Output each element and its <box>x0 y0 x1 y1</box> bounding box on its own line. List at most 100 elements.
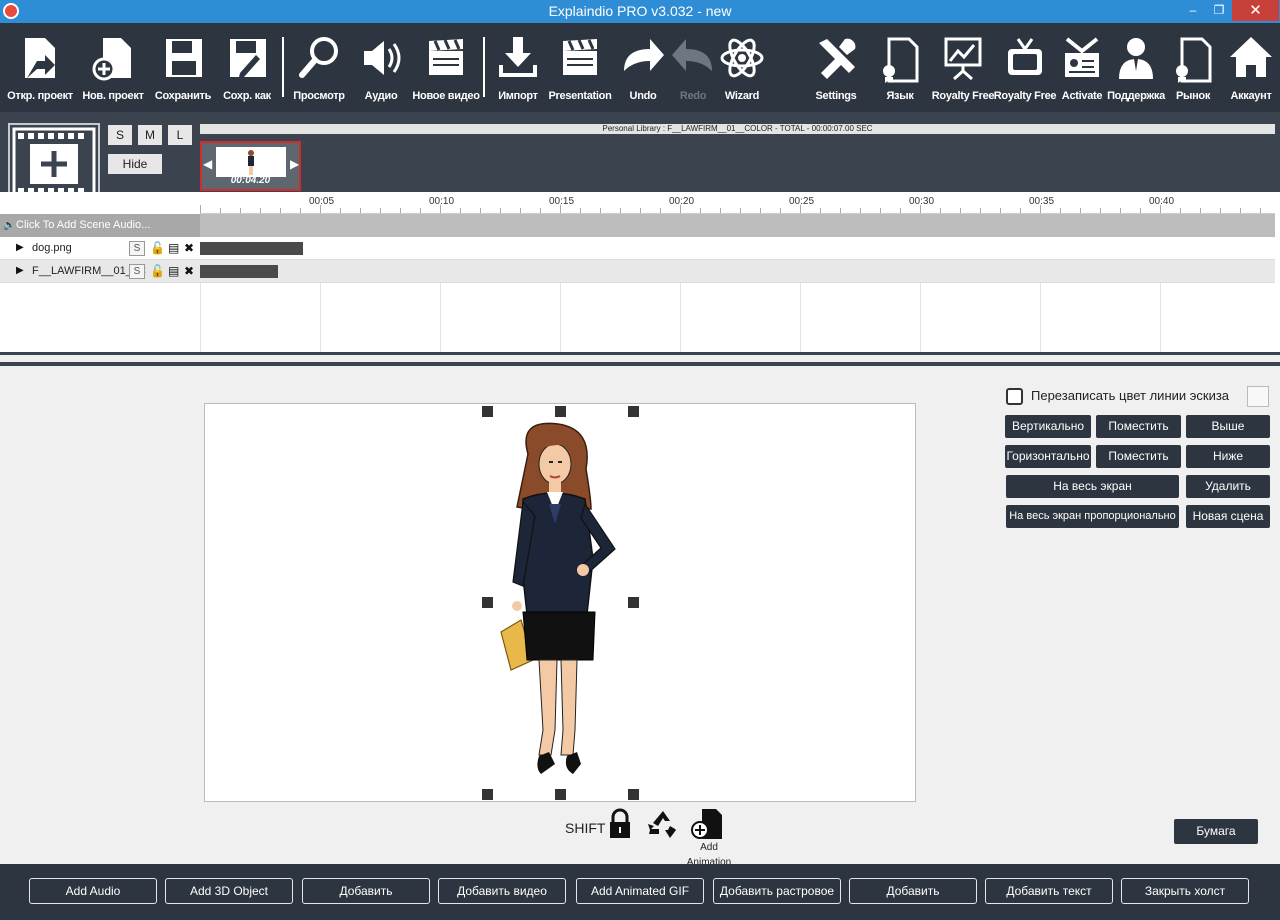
ruler-tick <box>780 208 781 213</box>
resize-handle-left[interactable] <box>482 597 493 608</box>
ruler-tick <box>1060 208 1061 213</box>
time-ruler[interactable]: 00:05 00:10 00:15 00:20 00:25 00:30 00:3… <box>200 192 1275 214</box>
ruler-tick <box>1200 208 1201 213</box>
ruler-tick <box>220 208 221 213</box>
ruler-tick <box>1020 208 1021 213</box>
add-3d-object-button[interactable]: Add 3D Object <box>165 878 293 904</box>
lock-icon[interactable] <box>608 808 632 843</box>
wizard-button[interactable]: Wizard <box>706 33 778 113</box>
settings-icon <box>819 38 856 79</box>
layer-properties-icon[interactable]: ▤ <box>168 264 179 278</box>
size-l-button[interactable]: L <box>168 125 192 145</box>
footer-bar: Add Audio Add 3D Object Добавить Добавит… <box>0 864 1280 920</box>
market-icon <box>1176 37 1212 83</box>
overwrite-color-checkbox[interactable] <box>1006 388 1023 405</box>
delete-layer-icon[interactable]: ✖ <box>184 264 194 278</box>
ruler-tick <box>740 208 741 213</box>
resize-handle-bottom-right[interactable] <box>628 789 639 800</box>
ruler-label: 00:05 <box>309 196 335 207</box>
new-scene-button[interactable]: Новая сцена <box>1186 505 1270 528</box>
unlock-icon[interactable]: 🔓 <box>150 241 165 255</box>
layer-expand-icon[interactable]: ▶ <box>16 242 24 253</box>
ruler-tick <box>320 205 321 213</box>
ruler-tick <box>340 208 341 213</box>
new-video-button[interactable]: Новое видео <box>410 33 482 113</box>
layer-solo-toggle[interactable]: S <box>129 264 145 279</box>
scene-right-arrow-icon[interactable]: ▶ <box>290 157 299 171</box>
paper-button[interactable]: Бумага <box>1174 819 1258 844</box>
close-button[interactable]: ✕ <box>1232 0 1279 21</box>
scene-audio-row[interactable]: 🔈 Click To Add Scene Audio... <box>0 214 1275 237</box>
fullscreen-button[interactable]: На весь экран <box>1006 475 1179 498</box>
import-icon <box>499 37 537 77</box>
size-s-button[interactable]: S <box>108 125 132 145</box>
speaker-icon: 🔈 <box>3 220 16 231</box>
ruler-tick <box>1120 208 1121 213</box>
add-video-button[interactable]: Добавить видео <box>438 878 566 904</box>
ruler-tick <box>540 208 541 213</box>
size-m-button[interactable]: M <box>138 125 162 145</box>
ruler-tick <box>280 208 281 213</box>
delete-button[interactable]: Удалить <box>1186 475 1270 498</box>
unlock-icon[interactable]: 🔓 <box>150 264 165 278</box>
layer-row[interactable]: ▶ dog.png S 🔓 ▤ ✖ <box>0 237 1275 260</box>
fullscreen-proportional-button[interactable]: На весь экран пропорционально <box>1006 505 1179 528</box>
ruler-tick <box>260 208 261 213</box>
sketch-color-picker[interactable] <box>1247 386 1269 407</box>
ruler-label: 00:20 <box>669 196 695 207</box>
resize-handle-bottom-left[interactable] <box>482 789 493 800</box>
layer-properties-icon[interactable]: ▤ <box>168 241 179 255</box>
scene-audio-label[interactable]: 🔈 Click To Add Scene Audio... <box>0 214 200 237</box>
layer-expand-icon[interactable]: ▶ <box>16 265 24 276</box>
new-project-button[interactable]: Нов. проект <box>77 33 149 113</box>
canvas[interactable] <box>204 403 916 802</box>
layer-duration-bar[interactable] <box>200 242 303 255</box>
ruler-tick <box>640 208 641 213</box>
toolbar-label: Аккаунт <box>1230 90 1272 102</box>
add-raster-button[interactable]: Добавить растровое <box>713 878 841 904</box>
add-button-2[interactable]: Добавить <box>849 878 977 904</box>
add-audio-button[interactable]: Add Audio <box>29 878 157 904</box>
minimize-button[interactable]: – <box>1180 0 1206 21</box>
ruler-tick <box>560 205 561 213</box>
resize-handle-top-left[interactable] <box>482 406 493 417</box>
horizontal-button[interactable]: Горизонтально <box>1005 445 1091 468</box>
hide-button[interactable]: Hide <box>108 154 162 174</box>
recycle-icon[interactable] <box>646 808 680 843</box>
place-horizontal-button[interactable]: Поместить <box>1096 445 1181 468</box>
higher-button[interactable]: Выше <box>1186 415 1270 438</box>
delete-layer-icon[interactable]: ✖ <box>184 241 194 255</box>
open-project-button[interactable]: Откр. проект <box>4 33 76 113</box>
add-text-button[interactable]: Добавить текст <box>985 878 1113 904</box>
lower-button[interactable]: Ниже <box>1186 445 1270 468</box>
scene-left-arrow-icon[interactable]: ◀ <box>203 157 212 171</box>
preview-icon <box>299 37 338 78</box>
add-animated-gif-button[interactable]: Add Animated GIF <box>576 878 704 904</box>
scene-audio-text: Click To Add Scene Audio... <box>16 219 151 231</box>
place-vertical-button[interactable]: Поместить <box>1096 415 1181 438</box>
ruler-tick <box>860 208 861 213</box>
close-canvas-button[interactable]: Закрыть холст <box>1121 878 1249 904</box>
add-animation-icon[interactable] <box>690 808 724 843</box>
timeline: 00:05 00:10 00:15 00:20 00:25 00:30 00:3… <box>0 192 1280 352</box>
save-as-button[interactable]: Сохр. как <box>211 33 283 113</box>
lawyer-character-image[interactable] <box>205 404 917 803</box>
layer-row[interactable]: ▶ F__LAWFIRM__01__C S 🔓 ▤ ✖ <box>0 260 1275 283</box>
audio-icon <box>364 41 401 75</box>
language-icon <box>883 37 919 83</box>
layer-solo-toggle[interactable]: S <box>129 241 145 256</box>
maximize-button[interactable]: ❐ <box>1206 0 1232 21</box>
vertical-button[interactable]: Вертикально <box>1005 415 1091 438</box>
account-button[interactable]: Аккаунт <box>1215 33 1280 113</box>
scene-thumbnail[interactable]: ◀ 00:04.20 ▶ <box>200 141 301 191</box>
panel-splitter[interactable] <box>0 352 1280 373</box>
resize-handle-top[interactable] <box>555 406 566 417</box>
ruler-tick <box>420 208 421 213</box>
layer-duration-bar[interactable] <box>200 265 278 278</box>
add-button[interactable]: Добавить <box>302 878 430 904</box>
ruler-tick <box>1080 208 1081 213</box>
resize-handle-bottom[interactable] <box>555 789 566 800</box>
resize-handle-top-right[interactable] <box>628 406 639 417</box>
ruler-tick <box>1040 205 1041 213</box>
resize-handle-right[interactable] <box>628 597 639 608</box>
